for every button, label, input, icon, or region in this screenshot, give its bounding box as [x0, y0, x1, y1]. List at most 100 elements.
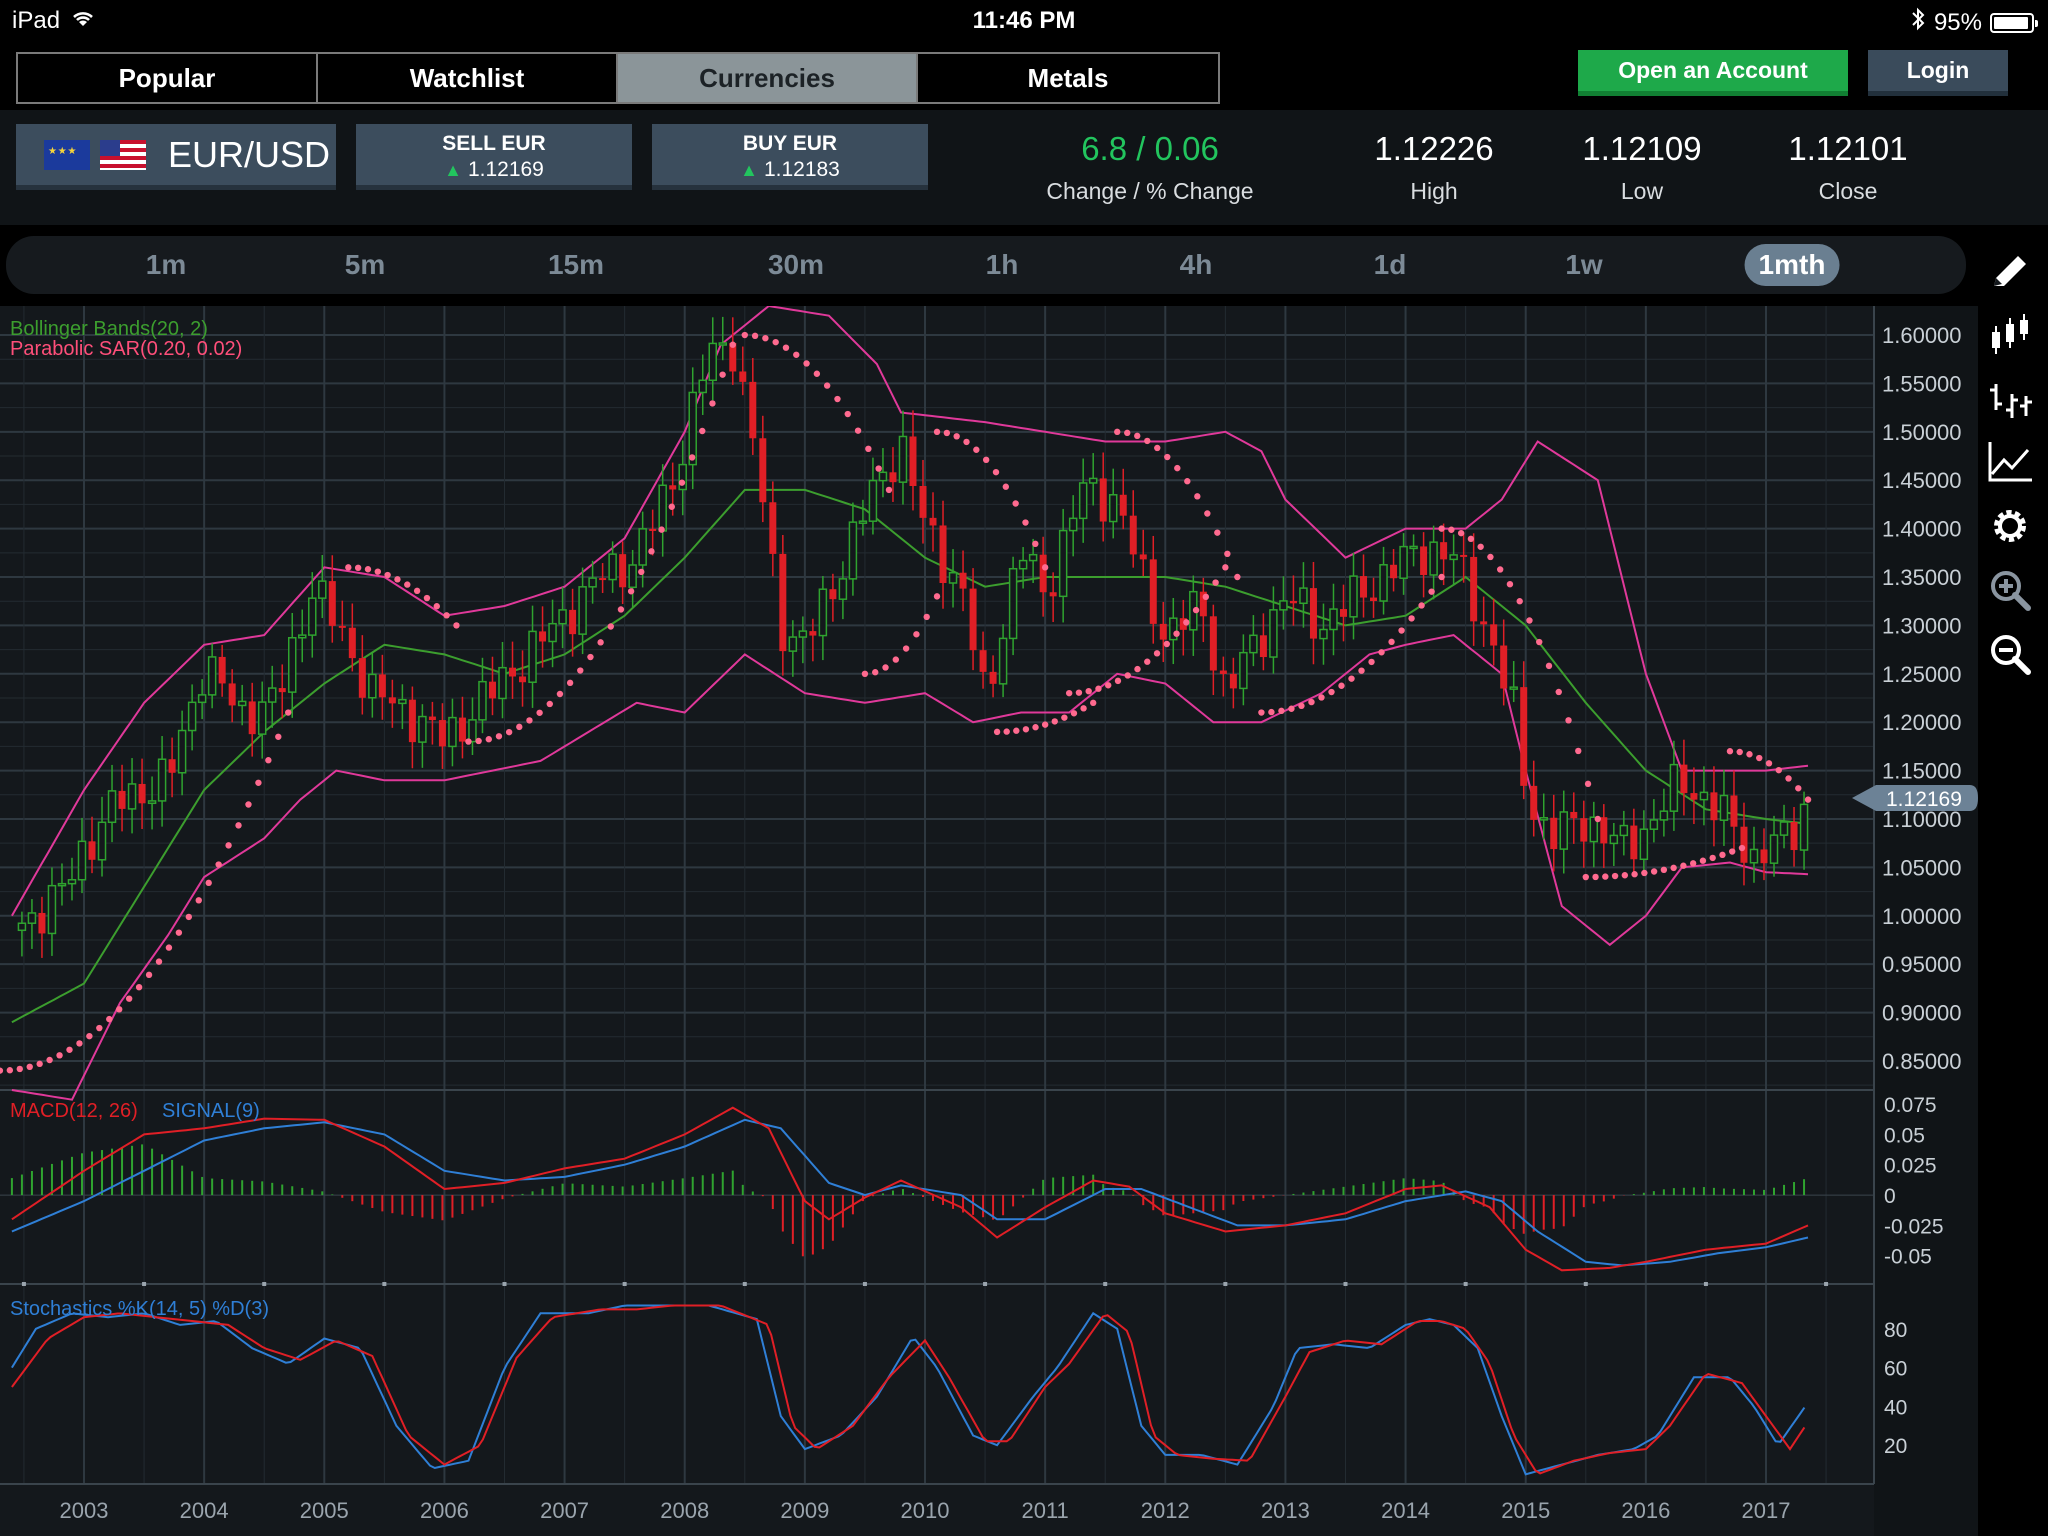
- sar-dot: [1565, 717, 1572, 724]
- sar-dot: [1114, 677, 1122, 685]
- sar-dot: [1124, 429, 1131, 437]
- buy-price: 1.12183: [763, 158, 840, 181]
- candle-body: [1580, 818, 1588, 842]
- price-tick-label: 0.95000: [1882, 952, 1962, 977]
- candle-body: [969, 588, 977, 651]
- sar-dot: [597, 639, 604, 646]
- sar-dot: [617, 606, 625, 613]
- timeframe-1h[interactable]: 1h: [972, 244, 1033, 286]
- macd-tick-label: 0: [1884, 1185, 1896, 1208]
- sar-dot: [1338, 682, 1345, 689]
- candle-body: [1609, 834, 1619, 845]
- tab-currencies[interactable]: Currencies: [618, 54, 918, 102]
- macd-tick-label: 0.025: [1884, 1155, 1937, 1178]
- sell-button[interactable]: SELL EUR ▲ 1.12169: [356, 124, 632, 190]
- sar-dot: [992, 468, 1000, 476]
- battery-percent: 95%: [1933, 8, 1982, 36]
- candle-body: [197, 694, 207, 704]
- sar-dot: [607, 623, 614, 630]
- ohlc-bars-icon[interactable]: [1984, 374, 2036, 426]
- sar-dot: [823, 382, 831, 389]
- candlestick-icon[interactable]: [1984, 310, 2036, 362]
- candle-body: [1449, 554, 1458, 561]
- candle-body: [1249, 634, 1258, 654]
- time-marker: [1343, 1282, 1348, 1286]
- timeframe-1mth[interactable]: 1mth: [1744, 244, 1840, 286]
- chart-canvas[interactable]: 1.60000 1.55000 1.50000 1.45000 1.40000 1.350…: [0, 306, 1978, 1536]
- sar-dot: [384, 571, 391, 579]
- up-arrow-icon: ▲: [740, 160, 758, 180]
- tab-metals[interactable]: Metals: [918, 54, 1218, 102]
- sar-dot: [364, 566, 372, 573]
- sar-dot: [96, 1024, 103, 1032]
- buy-button[interactable]: BUY EUR ▲ 1.12183: [652, 124, 928, 190]
- candle-body: [118, 790, 126, 809]
- gear-icon[interactable]: [1984, 500, 2036, 552]
- sar-dot: [1308, 698, 1315, 706]
- sar-dot: [1378, 649, 1385, 656]
- sar-dot: [1736, 748, 1743, 756]
- sar-dot: [1032, 540, 1039, 548]
- zoom-out-icon[interactable]: [1984, 628, 2036, 680]
- sar-dot: [1192, 606, 1200, 614]
- candle-body: [1669, 763, 1679, 812]
- currency-pair-selector[interactable]: EUR/USD: [16, 124, 336, 190]
- sar-dot: [1153, 650, 1161, 657]
- timeframe-4h[interactable]: 4h: [1166, 244, 1227, 286]
- candle-body: [1008, 567, 1018, 640]
- low-stat: 1.12109 Low: [1542, 130, 1742, 205]
- sar-dot: [1408, 615, 1415, 622]
- timeframe-1w[interactable]: 1w: [1551, 244, 1616, 286]
- zoom-in-icon[interactable]: [1984, 564, 2036, 616]
- candle-body: [1520, 687, 1528, 786]
- sar-dot: [26, 1063, 33, 1071]
- sar-dot: [973, 446, 980, 453]
- candle-body: [1680, 764, 1688, 794]
- price-chart[interactable]: 1.60000 1.55000 1.50000 1.45000 1.40000 1.350…: [0, 306, 1978, 1536]
- candle-body: [658, 484, 667, 532]
- timeframe-1d[interactable]: 1d: [1360, 244, 1421, 286]
- price-tick-label: 0.90000: [1882, 1001, 1962, 1026]
- tab-watchlist[interactable]: Watchlist: [318, 54, 618, 102]
- sar-dot: [46, 1056, 53, 1064]
- tab-popular[interactable]: Popular: [18, 54, 318, 102]
- sar-dot: [453, 622, 460, 629]
- candle-body: [47, 884, 57, 935]
- candle-body: [1619, 824, 1629, 837]
- sar-dot: [793, 351, 800, 358]
- line-chart-icon[interactable]: [1984, 436, 2036, 488]
- candle-body: [177, 729, 187, 774]
- candle-body: [1239, 651, 1248, 690]
- candle-body: [187, 701, 197, 732]
- candle-body: [168, 759, 176, 773]
- timeframe-5m[interactable]: 5m: [331, 244, 399, 286]
- timeframe-1m[interactable]: 1m: [132, 244, 200, 286]
- sar-dot: [1428, 588, 1435, 595]
- x-axis-tick-label: 2017: [1742, 1498, 1791, 1523]
- open-account-button[interactable]: Open an Account: [1578, 50, 1848, 96]
- sar-dot: [923, 613, 930, 621]
- sar-dot: [1804, 796, 1812, 803]
- sar-dot: [1650, 868, 1658, 875]
- pencil-icon[interactable]: [1984, 246, 2036, 298]
- candle-body: [1530, 785, 1538, 820]
- sar-dot: [782, 344, 790, 351]
- sar-dot: [1670, 864, 1677, 872]
- x-axis-tick-label: 2014: [1381, 1498, 1430, 1523]
- candle-body: [779, 553, 787, 652]
- stoch-tick-label: 20: [1884, 1435, 1907, 1458]
- candle-body: [1539, 817, 1548, 821]
- time-marker: [382, 1282, 387, 1286]
- candle-body: [267, 687, 277, 703]
- sar-dot: [1134, 432, 1141, 440]
- sar-dot: [404, 581, 411, 588]
- signal-label: SIGNAL(9): [162, 1100, 260, 1122]
- timeframe-30m[interactable]: 30m: [754, 244, 838, 286]
- sar-dot: [1660, 866, 1668, 874]
- timeframe-15m[interactable]: 15m: [534, 244, 618, 286]
- candle-body: [818, 588, 828, 637]
- price-tick-label: 1.45000: [1882, 468, 1962, 493]
- candle-body: [428, 716, 436, 721]
- login-button[interactable]: Login: [1868, 50, 2008, 96]
- price-tick-label: 0.85000: [1882, 1049, 1962, 1074]
